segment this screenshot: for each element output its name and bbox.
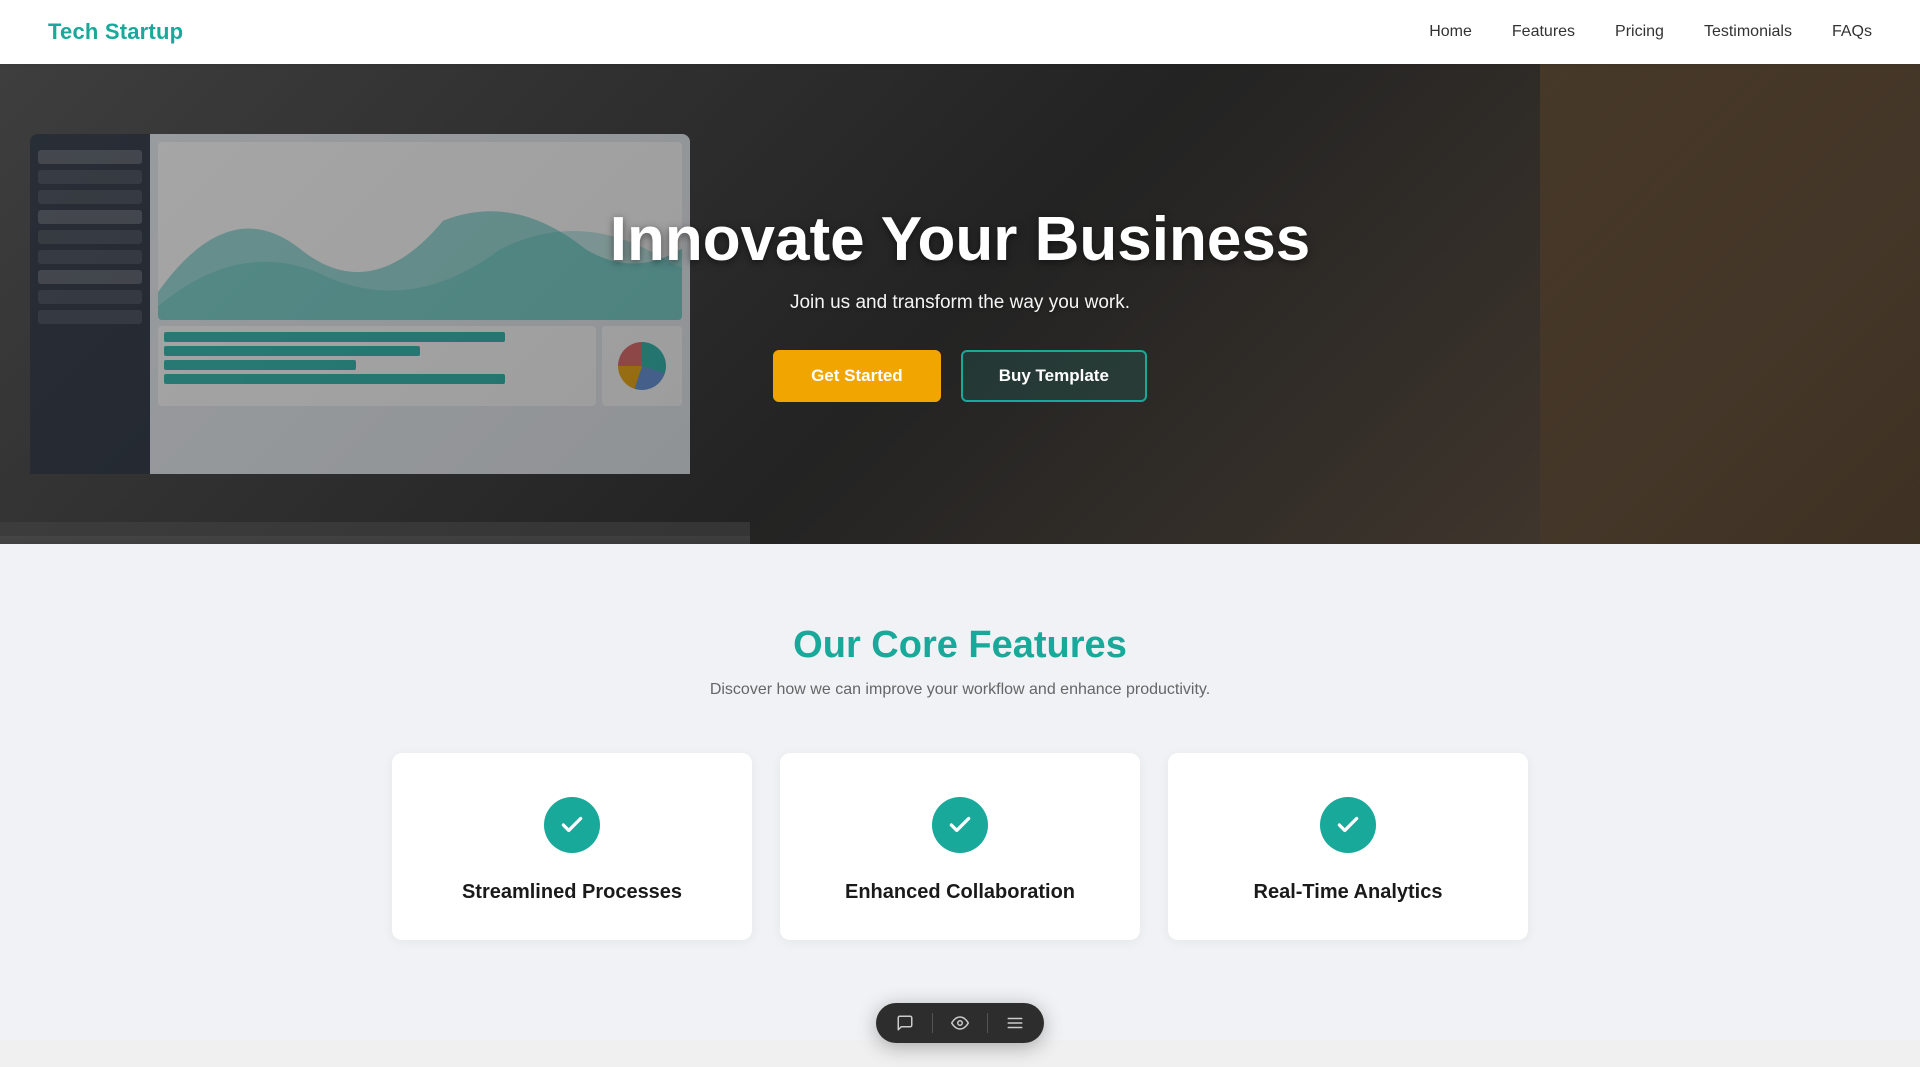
menu-icon[interactable] (1006, 1014, 1024, 1032)
toolbar-divider-2 (987, 1013, 988, 1033)
collaboration-icon-wrap (932, 797, 988, 853)
hero-content: Innovate Your Business Join us and trans… (590, 206, 1331, 402)
streamlined-title: Streamlined Processes (424, 881, 720, 904)
hero-subtitle: Join us and transform the way you work. (610, 292, 1311, 314)
features-section: Our Core Features Discover how we can im… (0, 544, 1920, 1040)
nav-item-faqs[interactable]: FAQs (1832, 23, 1872, 41)
hero-title: Innovate Your Business (610, 206, 1311, 274)
analytics-title: Real-Time Analytics (1200, 881, 1496, 904)
chat-icon[interactable] (896, 1014, 914, 1032)
features-cards-container: Streamlined Processes Enhanced Collabora… (360, 753, 1560, 940)
feature-card-streamlined: Streamlined Processes (392, 753, 752, 940)
eye-icon[interactable] (951, 1014, 969, 1032)
feature-card-collaboration: Enhanced Collaboration (780, 753, 1140, 940)
nav-item-home[interactable]: Home (1429, 23, 1472, 41)
laptop-base (0, 536, 750, 544)
nav-links: Home Features Pricing Testimonials FAQs (1429, 23, 1872, 41)
streamlined-icon-wrap (544, 797, 600, 853)
check-icon-collaboration (947, 812, 973, 838)
feature-card-analytics: Real-Time Analytics (1168, 753, 1528, 940)
screen-sidebar (30, 134, 150, 474)
collaboration-title: Enhanced Collaboration (812, 881, 1108, 904)
nav-item-features[interactable]: Features (1512, 23, 1575, 41)
screen-table (158, 326, 596, 406)
laptop-hinge (0, 522, 750, 536)
hero-buttons: Get Started Buy Template (610, 350, 1311, 402)
get-started-button[interactable]: Get Started (773, 350, 941, 402)
floating-toolbar (876, 1003, 1044, 1043)
navbar: Tech Startup Home Features Pricing Testi… (0, 0, 1920, 64)
brand-logo[interactable]: Tech Startup (48, 19, 183, 45)
features-section-title: Our Core Features (48, 624, 1872, 667)
check-icon-streamlined (559, 812, 585, 838)
check-icon-analytics (1335, 812, 1361, 838)
nav-item-testimonials[interactable]: Testimonials (1704, 23, 1792, 41)
hero-section: Innovate Your Business Join us and trans… (0, 64, 1920, 544)
nav-item-pricing[interactable]: Pricing (1615, 23, 1664, 41)
buy-template-button[interactable]: Buy Template (961, 350, 1147, 402)
bookshelf-background (1540, 64, 1920, 544)
toolbar-divider-1 (932, 1013, 933, 1033)
features-section-subtitle: Discover how we can improve your workflo… (48, 681, 1872, 699)
analytics-icon-wrap (1320, 797, 1376, 853)
